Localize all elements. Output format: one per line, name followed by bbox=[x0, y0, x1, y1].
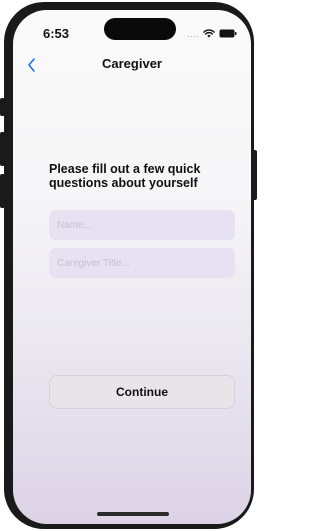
navigation-bar: Caregiver bbox=[13, 54, 251, 78]
name-input[interactable] bbox=[49, 210, 235, 240]
page-title: Caregiver bbox=[102, 56, 162, 71]
app-screen: 6:53 .... Caregiver Please fill out a fe… bbox=[13, 10, 251, 524]
dynamic-island bbox=[104, 18, 176, 40]
status-bar: 6:53 .... bbox=[13, 10, 251, 50]
signal-dots: .... bbox=[186, 29, 199, 39]
form-prompt: Please fill out a few quick questions ab… bbox=[49, 162, 201, 190]
phone-frame: 6:53 .... Caregiver Please fill out a fe… bbox=[4, 2, 254, 529]
home-indicator bbox=[97, 512, 169, 516]
wifi-icon bbox=[203, 25, 215, 43]
status-time: 6:53 bbox=[43, 26, 70, 41]
status-icons: .... bbox=[187, 25, 237, 43]
continue-button[interactable]: Continue bbox=[49, 375, 235, 409]
caregiver-title-input[interactable] bbox=[49, 248, 235, 278]
battery-icon bbox=[219, 25, 237, 43]
